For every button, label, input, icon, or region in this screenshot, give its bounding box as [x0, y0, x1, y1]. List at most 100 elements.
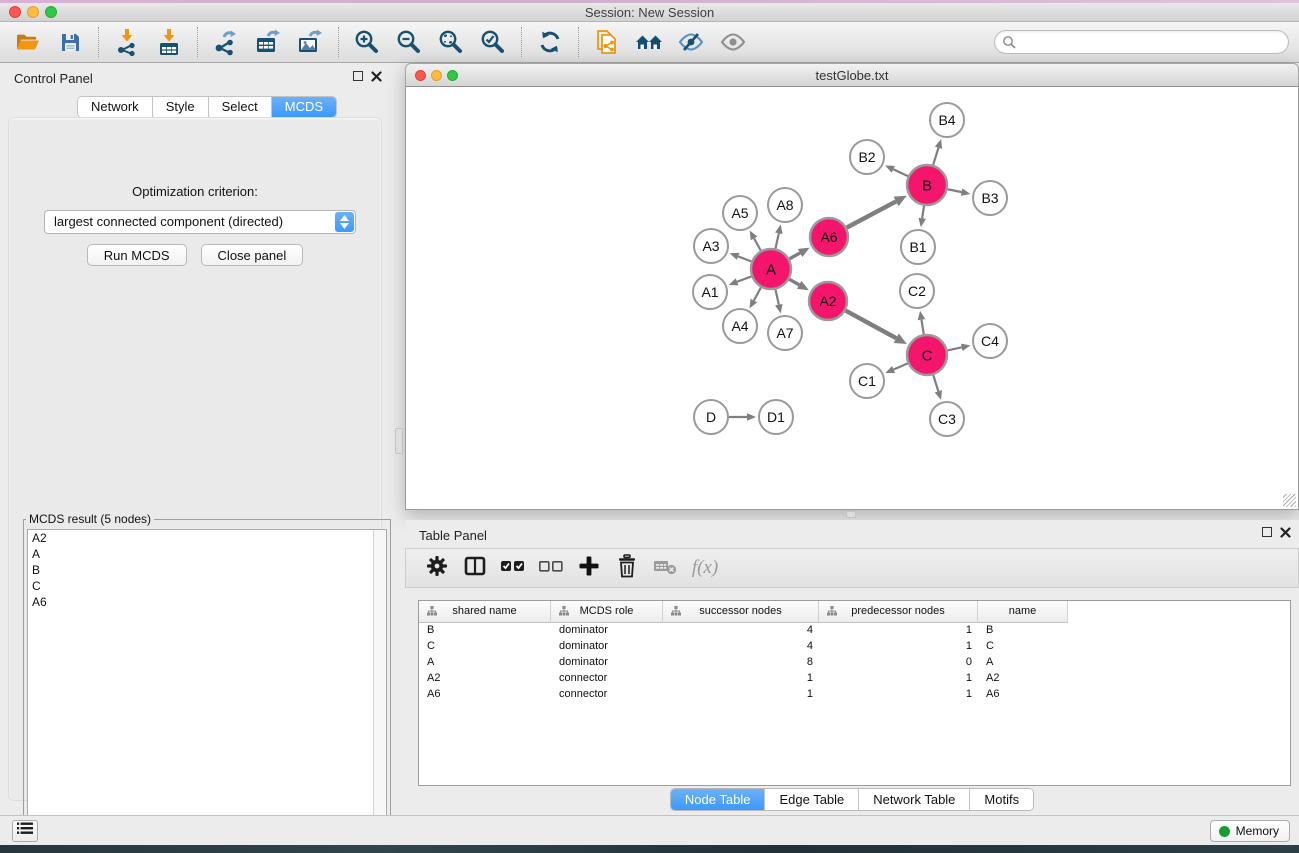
result-item-a2[interactable]: A2 [28, 530, 386, 546]
import-table-button[interactable] [151, 26, 187, 58]
result-item-a6[interactable]: A6 [28, 594, 386, 610]
result-item-c[interactable]: C [28, 578, 386, 594]
memory-button[interactable]: Memory [1210, 820, 1290, 842]
column-header-successor-nodes[interactable]: successor nodes [663, 601, 819, 623]
network-minimize-button[interactable] [431, 70, 442, 81]
tab-node-table[interactable]: Node Table [671, 789, 766, 810]
search-input[interactable] [994, 30, 1289, 54]
node-A6[interactable]: A6 [810, 218, 848, 256]
node-C[interactable]: C [907, 335, 947, 375]
show-panels-button[interactable] [12, 820, 38, 842]
delete-column-button[interactable] [610, 552, 644, 584]
horizontal-splitter-handle[interactable] [846, 511, 856, 518]
table-row-a[interactable]: Adominator80A [419, 655, 1290, 671]
tab-mcds[interactable]: MCDS [272, 97, 336, 117]
node-A[interactable]: A [751, 249, 791, 289]
save-session-button[interactable] [52, 26, 88, 58]
table-row-c[interactable]: Cdominator41C [419, 639, 1290, 655]
node-B3[interactable]: B3 [973, 181, 1007, 215]
arrowhead-B-B4 [935, 139, 942, 149]
open-file-button[interactable] [10, 26, 46, 58]
show-graphics-details-button[interactable] [715, 26, 751, 58]
table-row-b[interactable]: Bdominator41B [419, 623, 1290, 639]
cell-name: A [978, 655, 1068, 671]
delete-table-button[interactable] [648, 552, 682, 584]
column-header-predecessor-nodes[interactable]: predecessor nodes [819, 601, 978, 623]
refresh-button[interactable] [532, 26, 568, 58]
select-all-checkboxes-button[interactable] [496, 552, 530, 584]
hide-graphics-details-button[interactable] [673, 26, 709, 58]
node-B2[interactable]: B2 [850, 140, 884, 174]
table-close-panel-icon[interactable] [1280, 527, 1291, 538]
minimize-window-button[interactable] [27, 6, 39, 18]
table-settings-button[interactable] [420, 552, 454, 584]
cell-MCDS-role: connector [551, 687, 663, 703]
column-header-shared-name[interactable]: shared name [419, 601, 551, 623]
node-C1[interactable]: C1 [850, 364, 884, 398]
node-B4[interactable]: B4 [930, 103, 964, 137]
node-D1[interactable]: D1 [759, 400, 793, 434]
result-item-b[interactable]: B [28, 562, 386, 578]
column-header-name[interactable]: name [978, 601, 1068, 623]
result-list-scrollbar[interactable] [373, 530, 386, 837]
tab-motifs[interactable]: Motifs [970, 789, 1033, 810]
result-item-a[interactable]: A [28, 546, 386, 562]
add-column-button[interactable] [572, 552, 606, 584]
zoom-window-button[interactable] [45, 6, 57, 18]
table-float-panel-icon[interactable] [1262, 527, 1272, 537]
column-header-MCDS-role[interactable]: MCDS role [551, 601, 663, 623]
node-B[interactable]: B [907, 165, 947, 205]
close-panel-icon[interactable] [371, 71, 382, 82]
close-window-button[interactable] [9, 6, 21, 18]
network-window-titlebar[interactable]: testGlobe.txt [405, 63, 1299, 87]
network-close-button[interactable] [415, 70, 426, 81]
node-A5[interactable]: A5 [723, 196, 757, 230]
node-C2[interactable]: C2 [900, 274, 934, 308]
tab-network[interactable]: Network [78, 97, 153, 117]
node-C4[interactable]: C4 [973, 324, 1007, 358]
zoom-out-button[interactable] [391, 26, 427, 58]
criterion-dropdown[interactable]: largest connected component (directed) [44, 210, 356, 234]
table-row-a6[interactable]: A6connector11A6 [419, 687, 1290, 703]
network-canvas[interactable]: B4 B2 B B3 A8 A5 A6 A3 B1 A C2 A1 A2 A4 A7 C4 C C1 D D1 C3 [405, 87, 1299, 510]
zoom-in-button[interactable] [349, 26, 385, 58]
split-panel-button[interactable] [458, 552, 492, 584]
node-B1[interactable]: B1 [901, 230, 935, 264]
table-row-a2[interactable]: A2connector11A2 [419, 671, 1290, 687]
refresh-icon [537, 29, 563, 55]
vertical-splitter-handle[interactable] [395, 428, 403, 454]
export-network-button[interactable] [208, 26, 244, 58]
export-image-button[interactable] [292, 26, 328, 58]
import-network-button[interactable] [109, 26, 145, 58]
node-A4[interactable]: A4 [723, 309, 757, 343]
function-builder-button[interactable]: f(x) [686, 552, 720, 584]
network-from-document-button[interactable] [589, 26, 625, 58]
cell-MCDS-role: dominator [551, 623, 663, 639]
column-type-icon [427, 606, 437, 617]
svg-text:C1: C1 [858, 373, 876, 389]
tab-network-table[interactable]: Network Table [859, 789, 970, 810]
float-panel-icon[interactable] [353, 71, 363, 81]
node-A2[interactable]: A2 [809, 282, 847, 320]
home-button[interactable] [631, 26, 667, 58]
tab-style[interactable]: Style [153, 97, 209, 117]
window-resize-grip[interactable] [1283, 494, 1296, 507]
node-A7[interactable]: A7 [768, 316, 802, 350]
column-type-icon [559, 606, 569, 617]
arrowhead-A-A7 [775, 304, 782, 314]
cell-predecessor-nodes: 1 [819, 623, 978, 639]
node-D[interactable]: D [694, 400, 728, 434]
node-A3[interactable]: A3 [694, 229, 728, 263]
run-mcds-button[interactable]: Run MCDS [87, 244, 187, 266]
node-A1[interactable]: A1 [693, 275, 727, 309]
close-panel-button[interactable]: Close panel [201, 244, 304, 266]
node-A8[interactable]: A8 [768, 188, 802, 222]
node-C3[interactable]: C3 [930, 402, 964, 436]
zoom-fit-button[interactable] [433, 26, 469, 58]
network-zoom-button[interactable] [447, 70, 458, 81]
tab-select[interactable]: Select [209, 97, 272, 117]
deselect-all-checkboxes-button[interactable] [534, 552, 568, 584]
zoom-selected-button[interactable] [475, 26, 511, 58]
export-table-button[interactable] [250, 26, 286, 58]
tab-edge-table[interactable]: Edge Table [765, 789, 859, 810]
